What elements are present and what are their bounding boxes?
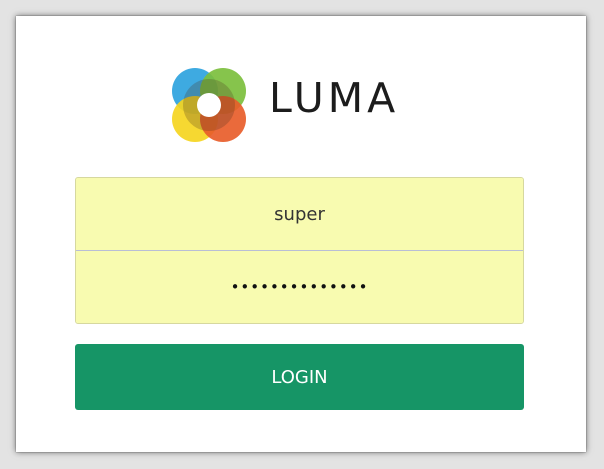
login-card: LUMA LOGIN	[16, 16, 586, 452]
brand-name: LUMA	[269, 74, 400, 122]
password-field[interactable]	[76, 251, 523, 323]
credentials-group	[75, 177, 524, 324]
username-field[interactable]	[76, 178, 523, 250]
brand-logo: LUMA	[169, 65, 429, 145]
luma-flower-logo-icon	[172, 68, 246, 142]
login-button[interactable]: LOGIN	[75, 344, 524, 410]
